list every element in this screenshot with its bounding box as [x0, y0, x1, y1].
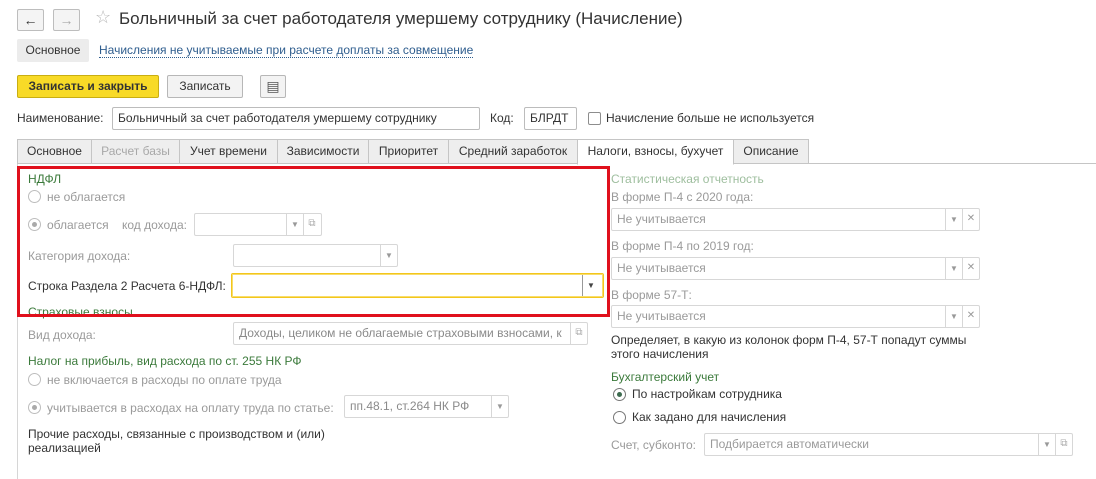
tab-main[interactable]: Основное	[17, 139, 92, 164]
not-included-radio[interactable]	[28, 373, 41, 386]
tab-dependencies[interactable]: Зависимости	[277, 139, 369, 164]
clear-icon[interactable]: ✕	[962, 258, 979, 279]
p4-2020-label: В форме П-4 с 2020 года:	[611, 190, 754, 204]
stats-section-title: Статистическая отчетность	[611, 172, 764, 186]
chevron-down-icon[interactable]: ▼	[1038, 434, 1055, 455]
tab-base-calc[interactable]: Расчет базы	[91, 139, 180, 164]
chevron-down-icon[interactable]: ▼	[491, 396, 508, 417]
account-value: Подбирается автоматически	[710, 437, 869, 451]
p4-2020-value: Не учитывается	[617, 212, 706, 226]
forward-button[interactable]: →	[53, 9, 80, 31]
account-label: Счет, субконто:	[611, 438, 696, 452]
highlight-frame	[17, 166, 610, 317]
profit-tax-section-title: Налог на прибыль, вид расхода по ст. 255…	[28, 354, 302, 368]
name-label: Наименование:	[17, 111, 104, 125]
chevron-down-icon[interactable]: ▼	[945, 258, 962, 279]
clear-icon[interactable]: ✕	[962, 209, 979, 230]
not-used-label: Начисление больше не используется	[606, 111, 815, 125]
by-employee-label: По настройкам сотрудника	[632, 387, 782, 401]
favorite-star-icon[interactable]: ☆	[95, 7, 111, 28]
p4-2020-field[interactable]: Не учитывается ▼ ✕	[611, 208, 980, 231]
code-label: Код:	[490, 111, 514, 125]
income-type-label: Вид дохода:	[28, 328, 96, 342]
stats-note: Определяет, в какую из колонок форм П-4,…	[611, 333, 967, 361]
chevron-down-icon[interactable]: ▼	[945, 209, 962, 230]
tab-taxes[interactable]: Налоги, взносы, бухучет	[577, 139, 734, 165]
clear-icon[interactable]: ✕	[962, 306, 979, 327]
by-accrual-radio[interactable]	[613, 411, 626, 424]
tab-underline	[17, 163, 577, 164]
document-icon[interactable]: ▤	[260, 75, 286, 98]
f57-field[interactable]: Не учитывается ▼ ✕	[611, 305, 980, 328]
p4-2019-field[interactable]: Не учитывается ▼ ✕	[611, 257, 980, 280]
f57-label: В форме 57-Т:	[611, 288, 692, 302]
by-accrual-label: Как задано для начисления	[632, 410, 787, 424]
tab-priority[interactable]: Приоритет	[368, 139, 449, 164]
income-type-value: Доходы, целиком не облагаемые страховыми…	[239, 326, 562, 340]
not-included-label: не включается в расходы по оплате труда	[47, 373, 282, 387]
tab-time-accounting[interactable]: Учет времени	[179, 139, 278, 164]
included-label: учитывается в расходах на оплату труда п…	[47, 401, 334, 415]
save-button[interactable]: Записать	[167, 75, 243, 98]
not-used-checkbox[interactable]	[588, 112, 601, 125]
included-radio[interactable]	[28, 401, 41, 414]
accounting-section-title: Бухгалтерский учет	[611, 370, 720, 384]
tab-underline-right	[734, 163, 1096, 164]
menu-link-excluded-accruals[interactable]: Начисления не учитываемые при расчете до…	[99, 43, 474, 58]
account-field[interactable]: Подбирается автоматически ▼ ⧉	[704, 433, 1073, 456]
name-field[interactable]: Больничный за счет работодателя умершему…	[112, 107, 480, 130]
tab-description[interactable]: Описание	[733, 139, 809, 164]
menu-main[interactable]: Основное	[17, 39, 89, 62]
p4-2019-value: Не учитывается	[617, 261, 706, 275]
page-title: Больничный за счет работодателя умершему…	[119, 9, 683, 28]
back-button[interactable]: ←	[17, 9, 44, 31]
save-and-close-button[interactable]: Записать и закрыть	[17, 75, 159, 98]
p4-2019-label: В форме П-4 по 2019 год:	[611, 239, 754, 253]
f57-value: Не учитывается	[617, 309, 706, 323]
chevron-down-icon[interactable]: ▼	[945, 306, 962, 327]
other-expenses-label: Прочие расходы, связанные с производство…	[28, 427, 325, 455]
article-field[interactable]: пп.48.1, ст.264 НК РФ ▼	[344, 395, 509, 418]
open-icon[interactable]: ⧉	[1055, 434, 1072, 455]
article-value: пп.48.1, ст.264 НК РФ	[350, 399, 470, 413]
tab-average-earnings[interactable]: Средний заработок	[448, 139, 578, 164]
by-employee-radio[interactable]	[613, 388, 626, 401]
code-field[interactable]: БЛРДТ	[524, 107, 577, 130]
income-type-field[interactable]: Доходы, целиком не облагаемые страховыми…	[233, 322, 588, 345]
open-icon[interactable]: ⧉	[570, 323, 587, 344]
